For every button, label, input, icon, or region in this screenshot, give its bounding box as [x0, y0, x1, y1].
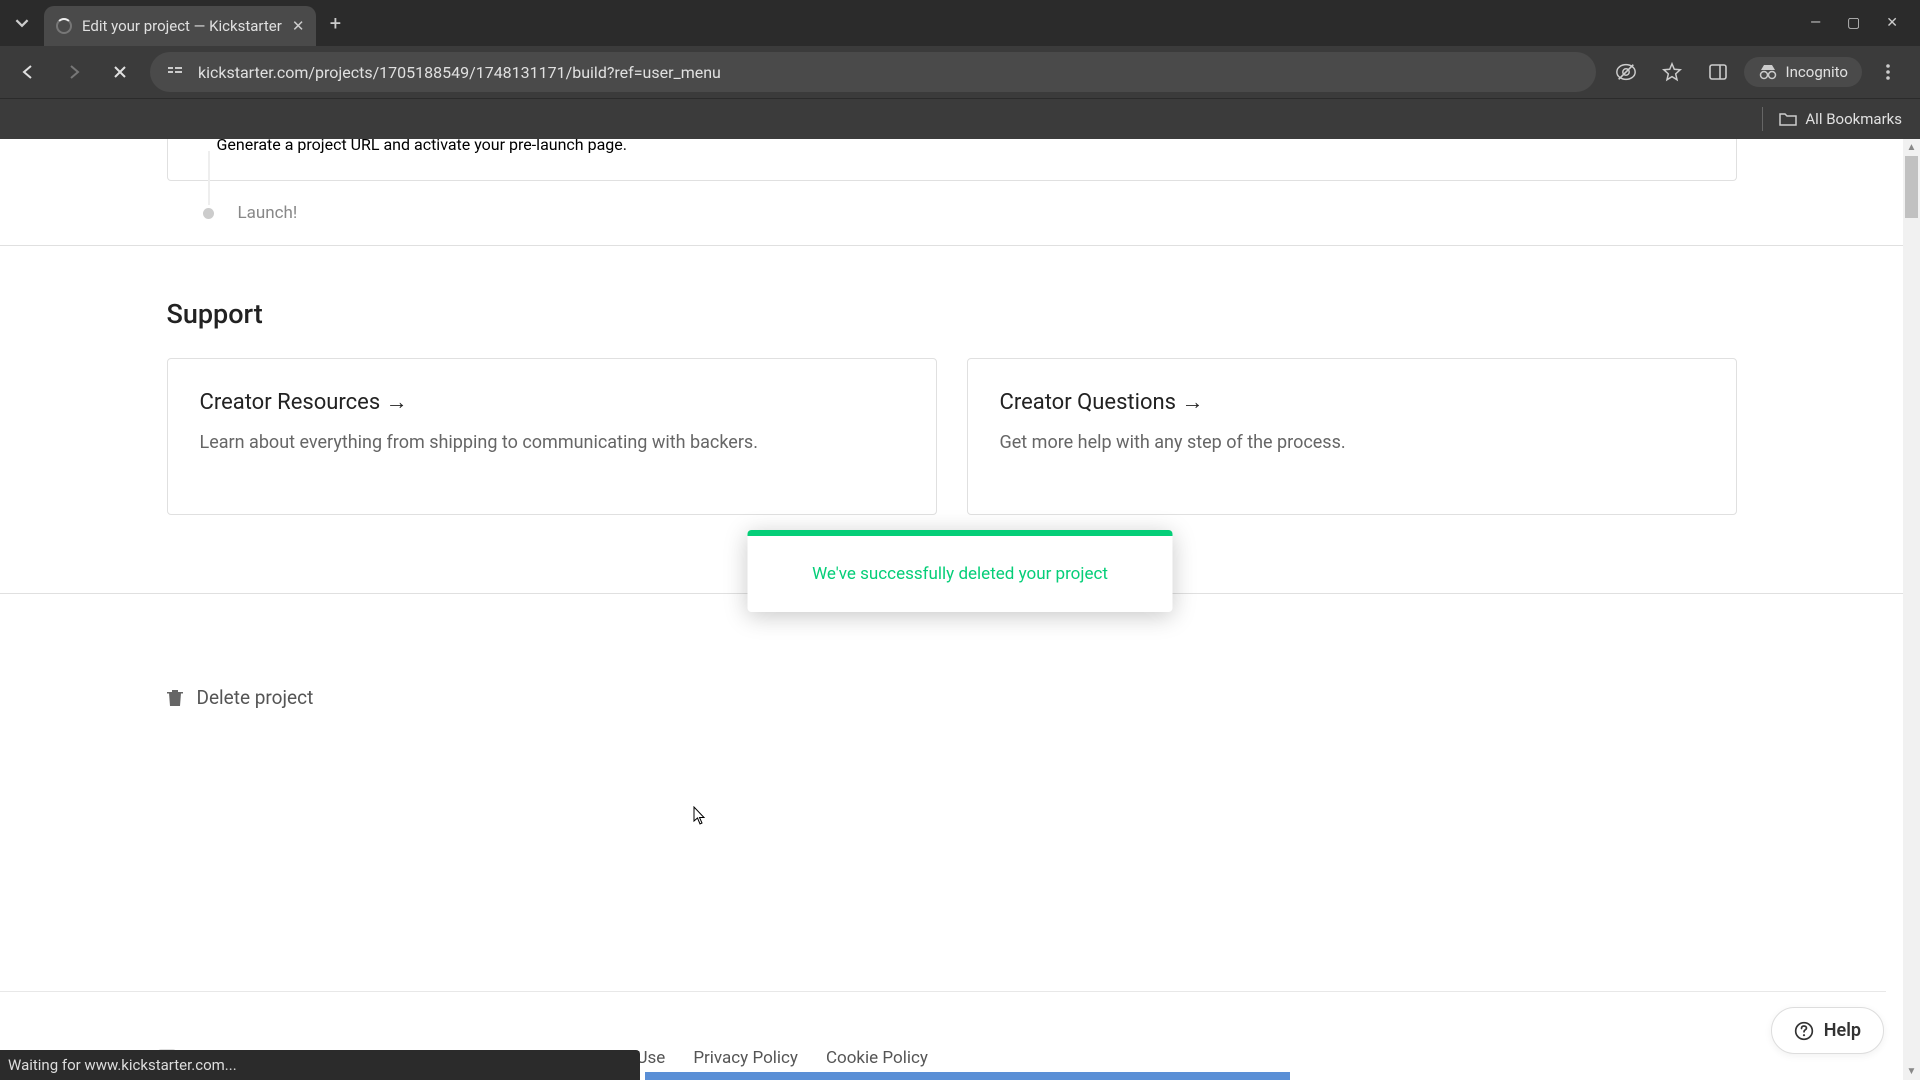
all-bookmarks-label: All Bookmarks	[1805, 110, 1902, 128]
incognito-label: Incognito	[1786, 63, 1848, 81]
browser-menu-button[interactable]	[1868, 52, 1908, 92]
close-tab-button[interactable]: ✕	[292, 17, 305, 35]
support-heading: Support	[167, 298, 1737, 330]
launch-label: Launch!	[238, 203, 298, 223]
active-tab[interactable]: Edit your project — Kickstarter ✕	[44, 6, 316, 46]
success-toast: We've successfully deleted your project	[748, 530, 1173, 612]
chevron-down-icon	[15, 16, 29, 30]
card-title: Creator Resources →	[200, 389, 904, 415]
browser-toolbar: kickstarter.com/projects/1705188549/1748…	[0, 46, 1920, 98]
footer-link-cookie[interactable]: Cookie Policy	[826, 1048, 928, 1068]
all-bookmarks-button[interactable]: All Bookmarks	[1779, 110, 1902, 128]
card-description: Learn about everything from shipping to …	[200, 429, 904, 456]
maximize-button[interactable]: ▢	[1847, 15, 1860, 31]
forward-button[interactable]	[54, 52, 94, 92]
bookmarks-divider	[1762, 107, 1763, 131]
loading-progress-bar	[645, 1072, 1290, 1080]
stop-icon	[112, 64, 128, 80]
help-button[interactable]: Help	[1771, 1007, 1884, 1054]
back-button[interactable]	[8, 52, 48, 92]
incognito-icon	[1758, 64, 1778, 80]
delete-section: Delete project	[167, 594, 1737, 715]
footer-divider	[0, 991, 1886, 992]
tab-title: Edit your project — Kickstarter	[82, 17, 282, 35]
tracking-protection-icon[interactable]	[1606, 52, 1646, 92]
card-title: Creator Questions →	[1000, 389, 1704, 415]
tab-search-dropdown[interactable]	[0, 1, 44, 45]
bookmark-star-icon[interactable]	[1652, 52, 1692, 92]
prelaunch-description: Generate a project URL and activate your…	[168, 139, 1736, 154]
browser-tab-strip: Edit your project — Kickstarter ✕ + — ▢ …	[0, 0, 1920, 46]
delete-project-label: Delete project	[197, 686, 314, 709]
trash-icon	[167, 689, 183, 707]
side-panel-icon[interactable]	[1698, 52, 1738, 92]
help-icon	[1794, 1021, 1814, 1041]
browser-status-bar: Waiting for www.kickstarter.com...	[0, 1050, 640, 1080]
footer-link-privacy[interactable]: Privacy Policy	[693, 1048, 798, 1068]
help-label: Help	[1824, 1020, 1861, 1041]
delete-project-button[interactable]: Delete project	[167, 680, 314, 715]
toast-message: We've successfully deleted your project	[748, 536, 1173, 612]
step-status-dot	[203, 208, 214, 219]
new-tab-button[interactable]: +	[316, 11, 354, 35]
arrow-right-icon	[64, 62, 84, 82]
minimize-button[interactable]: —	[1810, 15, 1821, 31]
vertical-scrollbar[interactable]: ▲ ▼	[1903, 139, 1920, 1080]
arrow-left-icon	[18, 62, 38, 82]
support-section: Support Creator Resources → Learn about …	[167, 246, 1737, 515]
launch-step: Launch!	[167, 181, 1737, 245]
scroll-down-arrow[interactable]: ▼	[1903, 1063, 1920, 1080]
kebab-icon	[1879, 63, 1897, 81]
status-text: Waiting for www.kickstarter.com...	[8, 1056, 237, 1074]
creator-resources-card[interactable]: Creator Resources → Learn about everythi…	[167, 358, 937, 515]
bookmarks-bar: All Bookmarks	[0, 98, 1920, 139]
step-connector-line	[208, 151, 210, 205]
window-controls: — ▢ ✕	[1810, 15, 1920, 31]
url-text: kickstarter.com/projects/1705188549/1748…	[198, 63, 721, 82]
close-window-button[interactable]: ✕	[1886, 15, 1898, 31]
site-info-icon[interactable]	[166, 61, 184, 83]
stop-reload-button[interactable]	[100, 52, 140, 92]
loading-spinner-icon	[56, 18, 72, 34]
creator-questions-card[interactable]: Creator Questions → Get more help with a…	[967, 358, 1737, 515]
card-description: Get more help with any step of the proce…	[1000, 429, 1704, 456]
scroll-up-arrow[interactable]: ▲	[1903, 139, 1920, 156]
scroll-thumb[interactable]	[1905, 156, 1918, 218]
folder-icon	[1779, 111, 1797, 127]
address-bar[interactable]: kickstarter.com/projects/1705188549/1748…	[150, 52, 1596, 92]
incognito-indicator[interactable]: Incognito	[1744, 57, 1862, 87]
